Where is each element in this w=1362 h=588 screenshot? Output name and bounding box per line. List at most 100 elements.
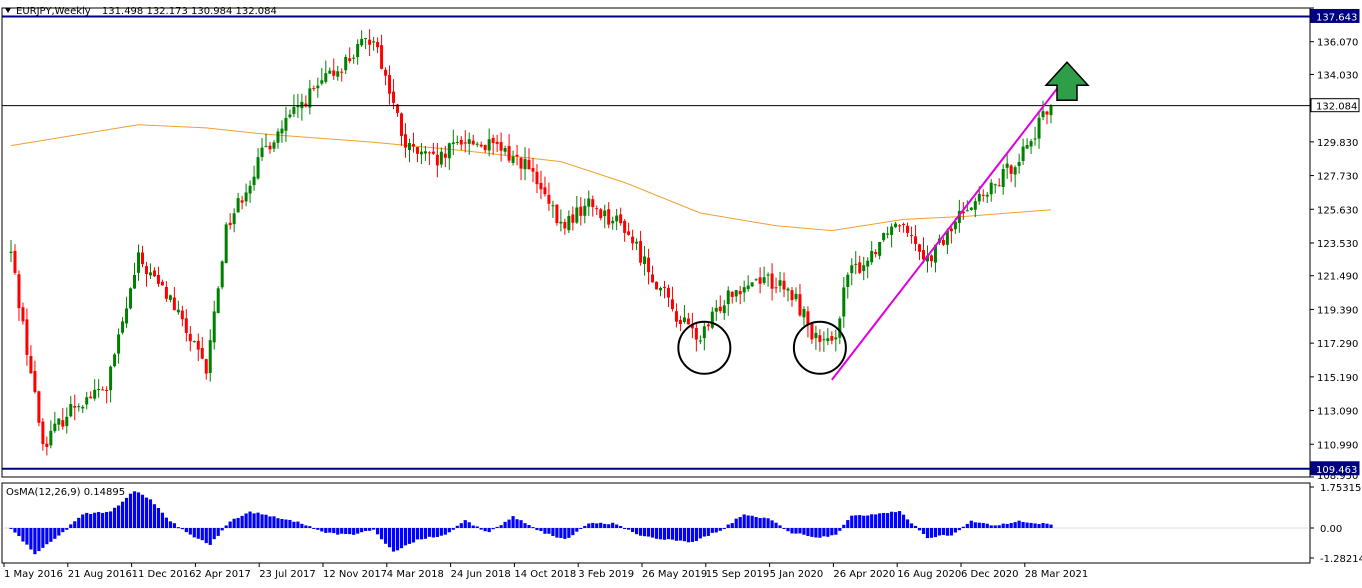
osma-bar [901,514,906,528]
candle-body [635,241,639,244]
osma-bar [200,528,204,541]
candle-body [686,318,690,325]
candle-body [17,274,21,309]
candle-body [228,222,232,226]
price-tick-label: 125.630 [1317,205,1358,216]
osma-bar [21,528,25,542]
candle-body [292,106,296,114]
osma-bar [810,528,814,537]
time-label: 16 Aug 2020 [897,569,961,580]
osma-bar [120,501,125,528]
osma-bar [1013,522,1017,528]
osma-bar [694,528,698,542]
osma-bar [204,528,208,544]
candle-body [33,371,37,393]
osma-bar [642,528,647,537]
osma-bar [140,494,145,528]
osma-bar [383,528,388,544]
candle-body [567,215,571,231]
osma-bar [527,524,531,528]
candle-body [623,220,627,233]
osma-bar [722,528,726,529]
candle-body [981,194,985,196]
osma-bar [284,519,288,528]
osma-bar [256,512,260,528]
osma-bar [439,528,443,536]
candle-body [463,142,467,144]
osma-bar [296,521,300,528]
candle-body [9,251,13,253]
osma-bar [973,522,977,528]
candle-body [511,156,515,163]
candle-body [25,319,29,355]
osma-bar [599,522,603,528]
candle-body [212,311,216,343]
osma-bar [109,511,113,528]
candle-body [431,151,435,154]
price-tick-label: 117.290 [1317,339,1358,350]
osma-bar [742,514,746,528]
candle-body [870,251,874,263]
osma-bar [475,526,479,528]
candle-body [101,389,105,391]
candle-body [467,139,471,144]
osma-bar [846,520,850,528]
osma-bar [1029,522,1033,528]
candle-body [886,233,890,235]
candle-body [535,171,539,185]
osma-bar [830,528,834,536]
osma-bar [925,528,930,539]
candle-body [746,285,750,290]
osma-bar [443,528,447,535]
osma-bar [638,528,643,536]
osma-bar [531,527,535,529]
candle-body [152,270,156,277]
candle-body [798,294,802,316]
osma-bar [344,528,348,535]
osma-bar [1045,523,1049,528]
candle-body [790,290,794,301]
osma-bar [917,528,922,531]
osma-bar [479,528,483,530]
osma-bar [427,528,431,537]
osma-bar [419,528,424,540]
osma-bar [252,513,256,528]
candle-body [862,265,866,272]
osma-bar [678,528,683,541]
candle-body [559,221,563,224]
osma-bar [957,528,961,531]
osma-bar [113,507,117,528]
candle-body [37,391,41,423]
candle-body [850,265,854,274]
osma-bar [280,518,284,528]
candle-body [659,288,663,291]
osma-bar [818,528,822,538]
candle-body [133,274,137,289]
osma-bar [563,528,567,539]
osma-bar [507,519,511,528]
candle-body [137,252,141,273]
candle-body [539,182,543,190]
candle-body [180,310,184,320]
osma-bar [435,528,439,537]
osma-bar [1025,522,1029,528]
osma-bar [758,518,762,528]
candle-body [380,45,384,69]
candle-body [296,106,300,108]
candle-body [109,366,113,391]
candle-body [670,299,674,310]
candle-body [519,157,523,169]
candle-body [188,333,192,342]
candle-body [1005,163,1009,168]
osma-bar [156,507,161,528]
price-tag-label: 132.084 [1316,102,1357,113]
candle-body [344,56,348,71]
candle-body [778,280,782,286]
candle-body [419,151,423,155]
candle-body [272,142,276,149]
osma-bar [969,520,973,528]
candle-body [973,201,977,210]
candle-body [882,232,886,241]
candle-body [364,38,368,40]
candle-body [324,73,328,82]
